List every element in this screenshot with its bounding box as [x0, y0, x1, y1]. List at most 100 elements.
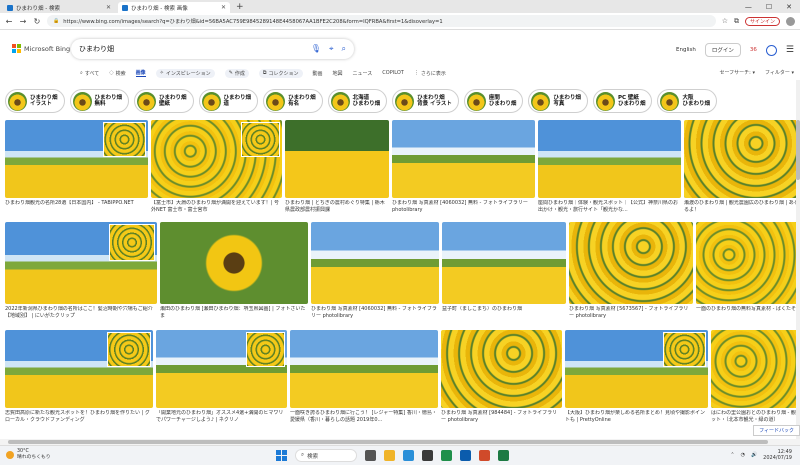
image-result[interactable]: ひまわり畑 | とちぎの農村めぐり特集 | 栃木県農政部農村振興課 — [285, 120, 389, 213]
edge-icon[interactable] — [403, 450, 414, 461]
search-input[interactable]: ひまわり畑 🎙 ⌖ ⌕ — [71, 39, 354, 59]
rewards-points[interactable]: 36 — [750, 47, 757, 53]
excel-icon[interactable] — [498, 450, 509, 461]
result-thumbnail[interactable] — [392, 120, 535, 198]
result-caption[interactable]: ひまわり畑 写真素材 [984484] - フォトライブラリー photolib… — [441, 410, 562, 423]
speaker-icon[interactable]: 🔊 — [751, 452, 757, 458]
related-search-chip[interactable]: ひまわり畑 壁紙 — [134, 89, 194, 113]
image-result[interactable]: 一面のひまわり畑の無料写真素材 - ばくたそ — [696, 222, 800, 319]
result-caption[interactable]: 一面咲き誇るひまわり畑に行こう！ [レジャー特集] 香川・徳島・愛媛県（香川・暮… — [290, 410, 438, 423]
forward-icon[interactable]: → — [19, 17, 27, 26]
result-caption[interactable]: ひまわり畑観光の名所28選【日本国内】 - TABIPPO.NET — [5, 200, 148, 213]
result-caption[interactable]: 瀬田のひまわり畑 [瀬田ひまわり畑：堺玉県図画] | フォトさいたま — [160, 306, 308, 319]
filter-maps[interactable]: 地図 — [333, 70, 343, 77]
feedback-button[interactable]: フィードバック — [753, 425, 800, 436]
language-link[interactable]: English — [676, 47, 696, 53]
filter-videos[interactable]: 動画 — [313, 70, 323, 77]
hamburger-menu-icon[interactable]: ☰ — [786, 45, 794, 55]
result-thumbnail[interactable] — [684, 120, 800, 198]
search-icon[interactable]: ⌕ — [342, 44, 346, 54]
bing-logo[interactable]: Microsoft Bing — [12, 44, 70, 53]
related-search-chip[interactable]: ひまわり畑道 — [198, 89, 259, 113]
image-result[interactable]: 瀬渡のひまわり畑 | 観光農園広のひまわり畑 | あるまるよ！ — [684, 120, 800, 213]
new-tab-button[interactable]: + — [236, 2, 244, 13]
image-result[interactable]: 【富士市】大淵のひまわり畑が満開を迎えています！| 号外NET 富士市・富士宮市 — [151, 120, 282, 213]
filter-more[interactable]: ⋮ さらに表示 — [414, 70, 446, 77]
result-thumbnail[interactable] — [711, 330, 800, 408]
result-caption[interactable]: 志賀田高原に新たな観光スポットを！ひまわり畑を作りたい | グローカル・クラウド… — [5, 410, 153, 423]
result-thumbnail[interactable] — [696, 222, 800, 304]
windows-start-icon[interactable] — [276, 450, 287, 461]
wifi-icon[interactable]: ◔ — [741, 452, 745, 458]
close-window-button[interactable]: ✕ — [786, 2, 792, 13]
result-thumbnail[interactable] — [538, 120, 681, 198]
result-thumbnail[interactable] — [156, 330, 287, 408]
weather-widget[interactable]: 30°C 晴れのちくもり — [6, 449, 51, 461]
task-view-icon[interactable] — [365, 450, 376, 461]
result-caption[interactable]: 「開業地元のひまわり畑」オススメ4選+満開のヒマワリでパワーチャージしよう♪ |… — [156, 410, 287, 423]
result-caption[interactable]: 【富士市】大淵のひまわり畑が満開を迎えています！| 号外NET 富士市・富士宮市 — [151, 200, 282, 213]
related-search-chip[interactable]: ひまわり畑 有名 — [263, 89, 323, 113]
result-thumbnail[interactable] — [151, 120, 282, 198]
safe-search-dropdown[interactable]: セーフサーチ: ▾ — [719, 69, 755, 76]
image-result[interactable]: ひまわり畑 写真素材 [4060032] 無料 - フォトライブラリー phot… — [311, 222, 439, 319]
profile-avatar[interactable] — [786, 16, 795, 26]
minimize-button[interactable]: — — [745, 2, 752, 13]
image-result[interactable]: はにわの里公園おとのひまわり畑 - 観光スポット・（北本市観光・緑の道） — [711, 330, 800, 423]
url-field[interactable]: 🔒 https://www.bing.com/images/search?q=ひ… — [47, 15, 716, 27]
chevron-up-icon[interactable]: ⌃ — [730, 452, 734, 458]
image-result[interactable]: 瀬田のひまわり畑 [瀬田ひまわり畑：堺玉県図画] | フォトさいたま — [160, 222, 308, 319]
related-search-chip[interactable]: 座間 ひまわり畑 — [463, 89, 524, 113]
image-result[interactable]: 一面咲き誇るひまわり畑に行こう！ [レジャー特集] 香川・徳島・愛媛県（香川・暮… — [290, 330, 438, 423]
close-tab-icon[interactable]: ✕ — [106, 4, 111, 11]
result-thumbnail[interactable] — [565, 330, 708, 408]
back-icon[interactable]: ← — [5, 17, 13, 26]
store-icon[interactable] — [422, 450, 433, 461]
related-search-chip[interactable]: 北海道 ひまわり畑 — [327, 89, 388, 113]
rewards-icon[interactable] — [765, 44, 777, 56]
related-search-chip[interactable]: ひまわり畑 イラスト — [5, 89, 65, 113]
result-caption[interactable]: 座間ひまわり畑｜体験・観光スポット｜【公式】神奈川県のお出かけ・観光・旅行サイト… — [538, 200, 681, 213]
result-caption[interactable]: 【大阪】ひまわり畑が楽しめる名所まとめ！見頃や撮影ポイントも | PrettyO… — [565, 410, 708, 423]
image-result[interactable]: 「開業地元のひまわり畑」オススメ4選+満開のヒマワリでパワーチャージしよう♪ |… — [156, 330, 287, 423]
result-caption[interactable]: 一面のひまわり畑の無料写真素材 - ばくたそ — [696, 306, 800, 319]
filter-images[interactable]: 画像 — [135, 69, 146, 77]
scrollbar-thumb[interactable] — [796, 120, 800, 180]
filter-inspiration[interactable]: ✧ インスピレーション — [155, 68, 215, 78]
close-tab-icon[interactable]: ✕ — [221, 4, 226, 11]
related-search-chip[interactable]: ひまわり畑 背景 イラスト — [392, 89, 459, 113]
related-search-chip[interactable]: PC 壁紙 ひまわり畑 — [592, 89, 653, 113]
result-thumbnail[interactable] — [5, 330, 153, 408]
image-result[interactable]: ひまわり畑 写真素材 [4060032] 無料 - フォトライブラリー phot… — [392, 120, 535, 213]
result-caption[interactable]: 瀬渡のひまわり畑 | 観光農園広のひまわり畑 | あるまるよ！ — [684, 200, 800, 213]
image-result[interactable]: 【大阪】ひまわり畑が楽しめる名所まとめ！見頃や撮影ポイントも | PrettyO… — [565, 330, 708, 423]
related-search-chip[interactable]: ひまわり畑 写真 — [528, 89, 588, 113]
image-result[interactable]: 益子町（ましこまち）のひまわり畑 — [442, 222, 566, 319]
maximize-button[interactable]: ☐ — [766, 2, 772, 13]
filter-collections[interactable]: ⧉ コレクション — [258, 68, 303, 78]
result-thumbnail[interactable] — [290, 330, 438, 408]
related-search-chip[interactable]: 大阪 ひまわり畑 — [657, 89, 717, 113]
result-caption[interactable]: ひまわり畑 写真素材 [4060032] 無料 - フォトライブラリー phot… — [311, 306, 439, 319]
result-thumbnail[interactable] — [311, 222, 439, 304]
filter-news[interactable]: ニュース — [353, 70, 373, 77]
signin-button[interactable]: サインイン — [744, 16, 780, 26]
favorite-star-icon[interactable]: ☆ — [722, 17, 728, 25]
image-result[interactable]: 2022年新潟県ひまわり畑の名所はここ！髪沼時期や穴場もご紹介【地域別】 | に… — [5, 222, 157, 319]
filter-create[interactable]: ✎ 作成 — [224, 68, 249, 78]
result-thumbnail[interactable] — [5, 222, 157, 304]
result-thumbnail[interactable] — [285, 120, 389, 198]
image-result[interactable]: ひまわり畑観光の名所28選【日本国内】 - TABIPPO.NET — [5, 120, 148, 213]
image-result[interactable]: 志賀田高原に新たな観光スポットを！ひまわり畑を作りたい | グローカル・クラウド… — [5, 330, 153, 423]
refresh-icon[interactable]: ↻ — [33, 17, 41, 26]
filter-search[interactable]: ◌ 検索 — [109, 70, 125, 77]
tab-search[interactable]: ひまわり畑 - 検索 ✕ — [3, 2, 115, 13]
result-caption[interactable]: ひまわり畑 写真素材 [5673567] - フォトライブラリー photoli… — [569, 306, 693, 319]
filter-toggle[interactable]: フィルター ▾ — [765, 69, 794, 76]
clock[interactable]: 12:49 2024/07/19 — [763, 449, 792, 461]
image-result[interactable]: ひまわり畑 写真素材 [5673567] - フォトライブラリー photoli… — [569, 222, 693, 319]
microphone-icon[interactable]: 🎙 — [311, 44, 321, 54]
login-button[interactable]: ログイン — [704, 43, 741, 57]
chrome-icon[interactable] — [441, 450, 452, 461]
tab-images[interactable]: ひまわり畑 - 検索 画像 ✕ — [118, 2, 230, 13]
